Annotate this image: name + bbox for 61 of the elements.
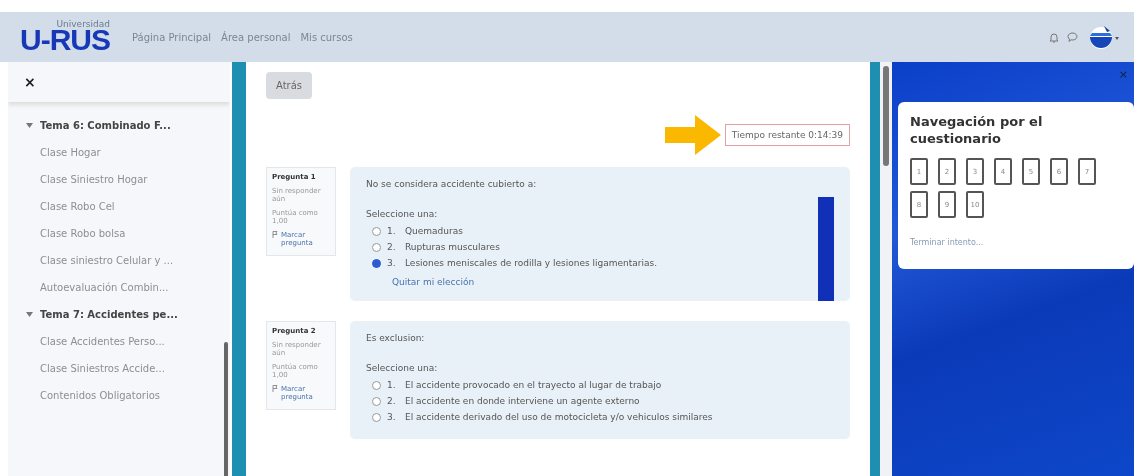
- answer-option[interactable]: 3. El accidente derivado del uso de motocicleta y/o vehiculos similares: [366, 409, 713, 425]
- answer-option[interactable]: 1. El accidente provocado en el trayecto al lugar de trabajo: [366, 377, 662, 393]
- question-text: No se considera accidente cubierto a:: [366, 179, 538, 189]
- caret-icon[interactable]: [26, 123, 33, 128]
- sidebar-item[interactable]: Clase siniestro Celular y ...: [8, 247, 230, 274]
- option-number: 1.: [387, 380, 397, 390]
- section-header[interactable]: Tema 6: Combinado F...: [8, 112, 230, 139]
- section-title[interactable]: Tema 7: Accidentes pe...: [40, 309, 178, 320]
- clear-choice-link[interactable]: Quitar mi elección: [392, 277, 475, 287]
- nav-link[interactable]: Mis cursos: [300, 31, 353, 43]
- radio-button[interactable]: [372, 258, 381, 268]
- answer-option[interactable]: 2. El accidente en donde interviene un agente externo: [366, 393, 640, 409]
- sidebar-item[interactable]: Clase Robo Cel: [8, 193, 230, 220]
- sidebar-item[interactable]: Clase Accidentes Perso...: [8, 328, 230, 355]
- sidebar-item[interactable]: Clase Hogar: [8, 139, 230, 166]
- answer-option[interactable]: 1. Quemaduras: [366, 223, 463, 239]
- sidebar-item[interactable]: Contenidos Obligatorios: [8, 382, 230, 409]
- nav-link[interactable]: Página Principal: [132, 31, 212, 43]
- logo-caption: Universidad: [56, 19, 110, 29]
- option-text: Quemaduras: [405, 226, 463, 236]
- section-title[interactable]: Tema 6: Combinado F...: [40, 120, 171, 131]
- sidebar-item[interactable]: Clase Robo bolsa: [8, 220, 230, 247]
- option-text: Rupturas musculares: [405, 242, 500, 252]
- arrow-icon: [664, 115, 721, 155]
- answer-prompt: Seleccione una:: [366, 363, 439, 373]
- finish-attempt-link[interactable]: Terminar intento...: [910, 237, 984, 247]
- radio-button[interactable]: [372, 412, 381, 422]
- time-remaining: Tiempo restante 0:14:39: [724, 124, 850, 146]
- option-text: Lesiones meniscales de rodilla y lesiones ligamentarias.: [405, 258, 658, 268]
- option-number: 1.: [387, 226, 397, 236]
- sidebar-item[interactable]: Clase Siniestro Hogar: [8, 166, 230, 193]
- radio-button[interactable]: [372, 396, 381, 406]
- option-number: 2.: [387, 396, 397, 406]
- answer-option[interactable]: 2. Rupturas musculares: [366, 239, 500, 255]
- section-header[interactable]: Tema 7: Accidentes pe...: [8, 301, 230, 328]
- radio-button[interactable]: [372, 380, 381, 390]
- option-number: 3.: [387, 412, 397, 422]
- option-text: El accidente en donde interviene un agente externo: [405, 396, 640, 406]
- radio-button[interactable]: [372, 226, 381, 236]
- option-text: El accidente provocado en el trayecto al lugar de trabajo: [405, 380, 662, 390]
- question-text: Es exclusion:: [366, 333, 426, 343]
- sidebar-item[interactable]: Autoevaluación Combin...: [8, 274, 230, 301]
- option-number: 2.: [387, 242, 397, 252]
- radio-button[interactable]: [372, 242, 381, 252]
- sidebar-item[interactable]: Clase Siniestros Accide...: [8, 355, 230, 382]
- option-text: El accidente derivado del uso de motocicleta y/o vehiculos similares: [405, 412, 713, 422]
- flag-icon[interactable]: [272, 385, 278, 392]
- flag-icon[interactable]: [272, 231, 278, 238]
- nav-link[interactable]: Área personal: [221, 31, 291, 43]
- caret-icon[interactable]: [26, 312, 33, 317]
- chat-icon[interactable]: [1067, 32, 1078, 42]
- bell-icon[interactable]: [1049, 31, 1059, 43]
- close-drawer-button[interactable]: ×: [24, 74, 36, 90]
- close-button[interactable]: ×: [1118, 68, 1128, 81]
- answer-option[interactable]: 3. Lesiones meniscales de rodilla y lesiones ligamentarias.: [366, 255, 658, 271]
- panel-title: Navegación por el cuestionario: [910, 114, 1044, 148]
- answer-prompt: Seleccione una:: [366, 209, 439, 219]
- back-button[interactable]: Atrás: [266, 72, 313, 99]
- scrollbar[interactable]: [224, 342, 228, 476]
- scrollbar[interactable]: [883, 66, 889, 166]
- option-number: 3.: [387, 258, 397, 268]
